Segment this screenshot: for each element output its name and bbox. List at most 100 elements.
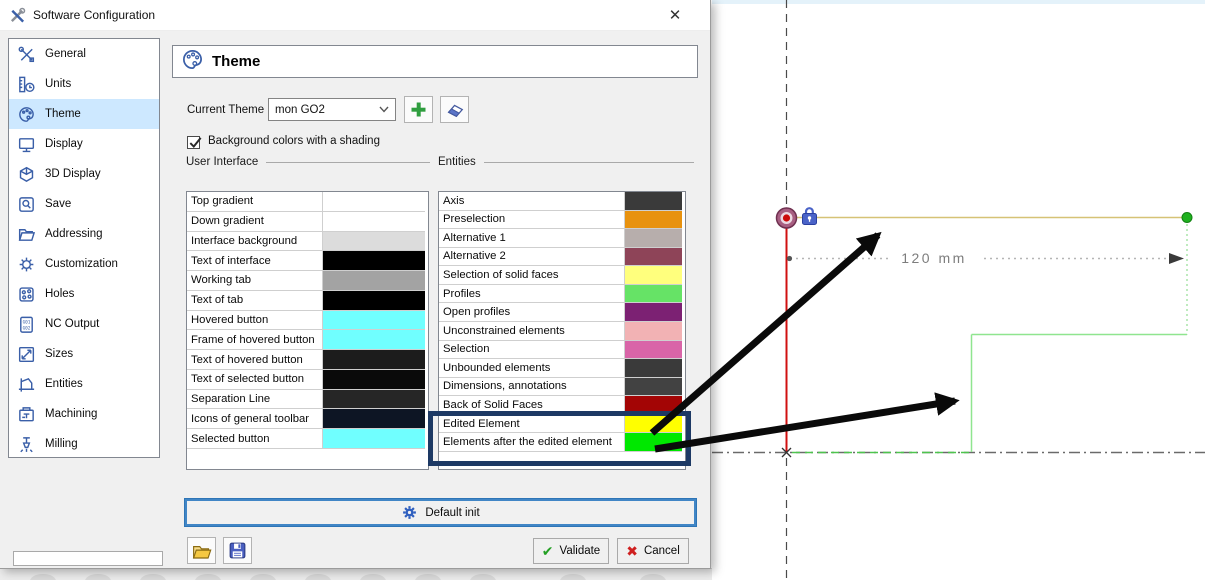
theme-color-row-text-of-tab[interactable]: Text of tab <box>187 291 428 311</box>
color-swatch[interactable] <box>625 378 682 397</box>
sidebar-item-nc-output[interactable]: G01G02NC Output <box>9 309 159 339</box>
sidebar-item-sizes[interactable]: Sizes <box>9 339 159 369</box>
gear-icon <box>16 254 36 274</box>
color-swatch[interactable] <box>625 359 682 378</box>
endpoint-green-dot[interactable] <box>1182 213 1192 223</box>
color-swatch[interactable] <box>323 350 425 370</box>
theme-color-row-preselection[interactable]: Preselection <box>439 211 685 230</box>
sidebar-item-general[interactable]: General <box>9 39 159 69</box>
theme-color-row-axis[interactable]: Axis <box>439 192 685 211</box>
sidebar-item-label: Customization <box>45 258 118 270</box>
sidebar-item-label: NC Output <box>45 318 99 330</box>
theme-color-row-text-of-interface[interactable]: Text of interface <box>187 251 428 271</box>
theme-color-row-open-profiles[interactable]: Open profiles <box>439 303 685 322</box>
color-swatch[interactable] <box>323 429 425 449</box>
sidebar-item-3d-display[interactable]: 3D Display <box>9 159 159 189</box>
color-swatch[interactable] <box>625 229 682 248</box>
color-swatch[interactable] <box>323 251 425 271</box>
theme-color-row-separation-line[interactable]: Separation Line <box>187 390 428 410</box>
theme-color-row-working-tab[interactable]: Working tab <box>187 271 428 291</box>
sidebar-item-entities[interactable]: Entities <box>9 369 159 399</box>
cancel-button[interactable]: ✖ Cancel <box>617 538 689 564</box>
color-swatch[interactable] <box>323 311 425 331</box>
color-swatch[interactable] <box>625 341 682 360</box>
sidebar-item-milling[interactable]: Milling <box>9 429 159 458</box>
add-theme-button[interactable] <box>404 96 433 123</box>
sidebar-item-theme[interactable]: Theme <box>9 99 159 129</box>
theme-color-row-back-of-solid-faces[interactable]: Back of Solid Faces <box>439 396 685 415</box>
default-init-button[interactable]: Default init <box>185 499 696 526</box>
color-swatch[interactable] <box>323 212 425 232</box>
sidebar-item-display[interactable]: Display <box>9 129 159 159</box>
theme-color-row-dimensions-annotations[interactable]: Dimensions, annotations <box>439 378 685 397</box>
theme-color-row-unbounded-elements[interactable]: Unbounded elements <box>439 359 685 378</box>
delete-theme-button[interactable] <box>440 96 469 123</box>
color-swatch[interactable] <box>323 409 425 429</box>
theme-color-row-profiles[interactable]: Profiles <box>439 285 685 304</box>
color-swatch[interactable] <box>625 248 682 267</box>
screenshot-root: 120 mm Software Configuration ✕ <box>0 0 1205 580</box>
sidebar-item-units[interactable]: Units <box>9 69 159 99</box>
open-theme-button[interactable] <box>187 537 216 564</box>
color-swatch[interactable] <box>323 370 425 390</box>
group-title-user-interface: User Interface <box>186 156 430 168</box>
theme-color-row-text-of-selected-button[interactable]: Text of selected button <box>187 370 428 390</box>
theme-color-row-edited-element[interactable]: Edited Element <box>439 415 685 434</box>
color-swatch[interactable] <box>323 291 425 311</box>
color-row-label: Preselection <box>439 211 625 230</box>
anchor-point-center <box>783 214 790 221</box>
color-swatch[interactable] <box>323 232 425 252</box>
color-swatch[interactable] <box>625 433 682 452</box>
lock-icon[interactable] <box>803 208 817 224</box>
color-swatch[interactable] <box>625 322 682 341</box>
color-row-label: Dimensions, annotations <box>439 378 625 397</box>
save-theme-button[interactable] <box>223 537 252 564</box>
theme-color-row-alternative-1[interactable]: Alternative 1 <box>439 229 685 248</box>
theme-color-row-down-gradient[interactable]: Down gradient <box>187 212 428 232</box>
sizes-icon <box>16 344 36 364</box>
holes-icon <box>16 284 36 304</box>
color-row-label: Alternative 2 <box>439 248 625 267</box>
sidebar-item-save[interactable]: Save <box>9 189 159 219</box>
sidebar-item-addressing[interactable]: Addressing <box>9 219 159 249</box>
color-swatch[interactable] <box>625 303 682 322</box>
theme-color-row-elements-after-the-edited-element[interactable]: Elements after the edited element <box>439 433 685 452</box>
color-swatch[interactable] <box>625 211 682 230</box>
color-swatch[interactable] <box>323 192 425 212</box>
color-swatch[interactable] <box>323 271 425 291</box>
sidebar-item-customization[interactable]: Customization <box>9 249 159 279</box>
close-icon[interactable]: ✕ <box>658 3 692 27</box>
color-swatch[interactable] <box>323 390 425 410</box>
sidebar-item-machining[interactable]: Machining <box>9 399 159 429</box>
shading-checkbox[interactable] <box>187 136 200 149</box>
milling-icon <box>16 434 36 454</box>
theme-color-row-hovered-button[interactable]: Hovered button <box>187 311 428 331</box>
dialog-titlebar[interactable]: Software Configuration ✕ <box>0 0 710 31</box>
color-row-label: Open profiles <box>439 303 625 322</box>
color-row-label: Icons of general toolbar <box>187 409 323 429</box>
theme-color-row-selection[interactable]: Selection <box>439 341 685 360</box>
theme-color-row-unconstrained-elements[interactable]: Unconstrained elements <box>439 322 685 341</box>
sidebar-item-holes[interactable]: Holes <box>9 279 159 309</box>
plus-icon <box>410 101 427 118</box>
color-swatch[interactable] <box>625 285 682 304</box>
color-swatch[interactable] <box>625 192 682 211</box>
theme-color-row-selection-of-solid-faces[interactable]: Selection of solid faces <box>439 266 685 285</box>
theme-color-row-icons-of-general-toolbar[interactable]: Icons of general toolbar <box>187 409 428 429</box>
color-swatch[interactable] <box>625 415 682 434</box>
theme-color-row-alternative-2[interactable]: Alternative 2 <box>439 248 685 267</box>
theme-color-row-text-of-hovered-button[interactable]: Text of hovered button <box>187 350 428 370</box>
color-swatch[interactable] <box>625 266 682 285</box>
dimension-label[interactable]: 120 mm <box>901 250 967 266</box>
validate-button[interactable]: ✔ Validate <box>533 538 609 564</box>
open-folder-icon <box>16 224 36 244</box>
color-row-label: Unbounded elements <box>439 359 625 378</box>
current-theme-select[interactable]: mon GO2 <box>268 98 396 121</box>
theme-color-row-top-gradient[interactable]: Top gradient <box>187 192 428 212</box>
color-swatch[interactable] <box>323 330 425 350</box>
theme-color-row-selected-button[interactable]: Selected button <box>187 429 428 449</box>
theme-color-row-interface-background[interactable]: Interface background <box>187 232 428 252</box>
color-swatch[interactable] <box>625 396 682 415</box>
color-row-label: Text of tab <box>187 291 323 311</box>
theme-color-row-frame-of-hovered-button[interactable]: Frame of hovered button <box>187 330 428 350</box>
